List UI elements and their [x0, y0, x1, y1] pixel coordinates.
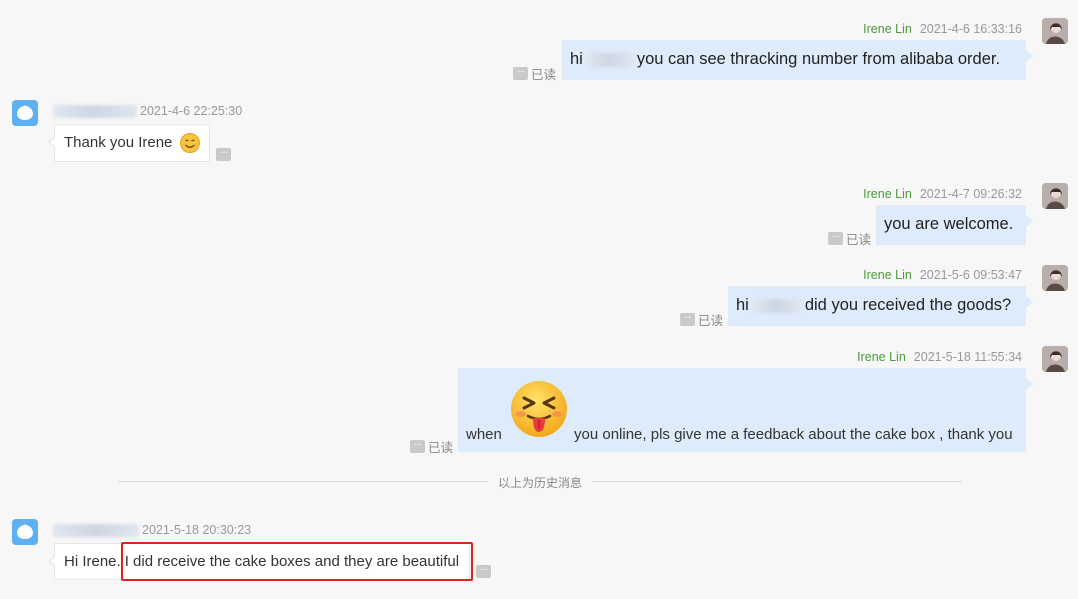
message-meta: 2021-4-6 22:25:30: [53, 104, 243, 119]
message-time: 2021-5-18 20:30:23: [142, 523, 252, 537]
message-bubble[interactable]: hi you can see thracking number from alib…: [562, 40, 1033, 80]
sender-name: Irene Lin: [857, 350, 906, 364]
user-photo-icon: [1042, 346, 1068, 372]
message-time: 2021-5-6 09:53:47: [919, 268, 1022, 282]
message-time: 2021-4-7 09:26:32: [919, 187, 1022, 201]
message-text: did you received the goods?: [804, 296, 1012, 314]
read-status: ··· 已读: [410, 437, 453, 456]
message-prefix: hi: [736, 296, 749, 314]
more-options-button[interactable]: ···: [680, 313, 695, 326]
user-avatar[interactable]: [1042, 18, 1068, 44]
message-meta: Irene Lin 2021-5-6 09:53:47: [863, 268, 1022, 282]
message-prefix: when: [466, 426, 502, 443]
redacted-sender: [53, 105, 137, 119]
customer-avatar-icon: [17, 105, 33, 120]
user-avatar[interactable]: [1042, 183, 1068, 209]
message-text: Thank you Irene: [64, 134, 173, 151]
message-meta: Irene Lin 2021-5-18 11:55:34: [857, 350, 1022, 364]
user-photo-icon: [1042, 18, 1068, 44]
customer-avatar-icon: [17, 524, 33, 539]
user-avatar[interactable]: [1042, 346, 1068, 372]
more-options-button[interactable]: ···: [513, 67, 528, 80]
redacted-sender: [53, 524, 139, 538]
history-divider-line: [118, 481, 488, 482]
message-time: 2021-4-6 22:25:30: [140, 104, 243, 118]
more-options-button[interactable]: ···: [216, 148, 231, 161]
more-options-button[interactable]: ···: [828, 232, 843, 245]
more-options-button[interactable]: ···: [476, 565, 491, 578]
read-status-text: 已读: [531, 68, 557, 82]
read-status: ··· 已读: [828, 229, 871, 248]
user-photo-icon: [1042, 183, 1068, 209]
history-divider-line: [592, 481, 962, 482]
more-options-button[interactable]: ···: [410, 440, 425, 453]
message-time: 2021-5-18 11:55:34: [913, 350, 1022, 364]
sender-name: Irene Lin: [863, 22, 912, 36]
message-prefix: Hi Irene.: [64, 553, 121, 570]
read-status: ··· 已读: [513, 64, 556, 83]
customer-avatar[interactable]: [12, 100, 38, 126]
tongue-out-emoji-icon: [510, 380, 568, 443]
read-status-text: 已读: [698, 314, 724, 328]
message-text: you can see thracking number from alibab…: [636, 50, 1001, 68]
highlight-annotation: [121, 542, 473, 581]
smile-emoji-icon: [180, 133, 200, 158]
message-text: you are welcome.: [884, 215, 1014, 233]
message-bubble[interactable]: you are welcome.: [876, 205, 1033, 245]
message-bubble[interactable]: when you online, pls give me a feedback …: [458, 368, 1033, 452]
message-bubble[interactable]: hi did you received the goods?: [728, 286, 1033, 326]
message-meta: Irene Lin 2021-4-7 09:26:32: [863, 187, 1022, 201]
read-status: ··· 已读: [680, 310, 723, 329]
sender-name: Irene Lin: [863, 268, 912, 282]
customer-avatar[interactable]: [12, 519, 38, 545]
message-meta: Irene Lin 2021-4-6 16:33:16: [863, 22, 1022, 36]
read-status-text: 已读: [846, 233, 872, 247]
sender-name: Irene Lin: [863, 187, 912, 201]
user-avatar[interactable]: [1042, 265, 1068, 291]
redacted-name: [586, 52, 633, 67]
user-photo-icon: [1042, 265, 1068, 291]
message-prefix: hi: [570, 50, 583, 68]
redacted-name: [752, 298, 801, 313]
history-divider-label: 以上为历史消息: [498, 476, 583, 490]
message-meta: 2021-5-18 20:30:23: [53, 523, 252, 538]
message-text: you online, pls give me a feedback about…: [574, 426, 1013, 443]
message-time: 2021-4-6 16:33:16: [919, 22, 1022, 36]
read-status-text: 已读: [428, 441, 454, 455]
